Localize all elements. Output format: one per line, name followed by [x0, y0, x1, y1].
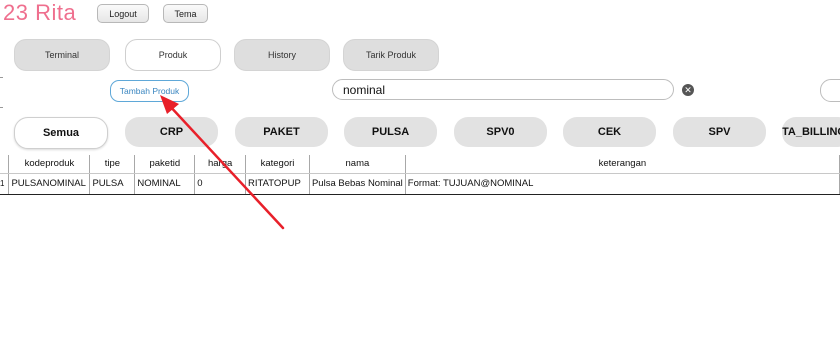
search-input[interactable] [332, 79, 674, 100]
cell-nama[interactable]: Pulsa Bebas Nominal [309, 173, 406, 195]
edge-mark [0, 107, 3, 108]
category-tab-billing[interactable]: TA_BILLING_ [782, 117, 840, 147]
category-tab-crp[interactable]: CRP [125, 117, 218, 147]
column-header-keterangan[interactable]: keterangan [405, 155, 840, 174]
add-product-button[interactable]: Tambah Produk [110, 80, 189, 102]
cell-harga[interactable]: 0 [194, 173, 247, 195]
cell-keterangan[interactable]: Format: TUJUAN@NOMINAL [405, 173, 840, 195]
row-index: 1 [0, 173, 10, 195]
product-table: kodeproduk tipe paketid harga kategori n… [0, 155, 840, 195]
category-tab-paket[interactable]: PAKET [235, 117, 328, 147]
category-tab-cek[interactable]: CEK [563, 117, 656, 147]
app-title: 23 Rita [3, 0, 77, 25]
clear-icon[interactable]: ✕ [682, 84, 694, 96]
column-header-tipe[interactable]: tipe [89, 155, 136, 174]
column-header-kategori[interactable]: kategori [245, 155, 310, 174]
table-header-row: kodeproduk tipe paketid harga kategori n… [0, 155, 840, 174]
table-row[interactable]: 1 PULSANOMINAL PULSA NOMINAL 0 RITATOPUP… [0, 173, 840, 195]
tab-terminal[interactable]: Terminal [14, 39, 110, 71]
logout-button[interactable]: Logout [97, 4, 149, 23]
theme-button[interactable]: Tema [163, 4, 208, 23]
category-tab-spv[interactable]: SPV [673, 117, 766, 147]
column-header-nama[interactable]: nama [309, 155, 406, 174]
column-header-harga[interactable]: harga [194, 155, 247, 174]
edge-mark [0, 77, 3, 78]
category-tab-semua[interactable]: Semua [14, 117, 108, 149]
cell-tipe[interactable]: PULSA [89, 173, 136, 195]
category-tab-pulsa[interactable]: PULSA [344, 117, 437, 147]
cell-kodeproduk[interactable]: PULSANOMINAL [8, 173, 91, 195]
tab-produk[interactable]: Produk [125, 39, 221, 71]
tab-history[interactable]: History [234, 39, 330, 71]
column-header-paketid[interactable]: paketid [134, 155, 196, 174]
tab-tarik-produk[interactable]: Tarik Produk [343, 39, 439, 71]
secondary-input[interactable] [820, 79, 840, 102]
cell-kategori[interactable]: RITATOPUP [245, 173, 310, 195]
category-tab-spv0[interactable]: SPV0 [454, 117, 547, 147]
cell-paketid[interactable]: NOMINAL [134, 173, 196, 195]
column-header-index [0, 155, 10, 174]
column-header-kodeproduk[interactable]: kodeproduk [8, 155, 91, 174]
